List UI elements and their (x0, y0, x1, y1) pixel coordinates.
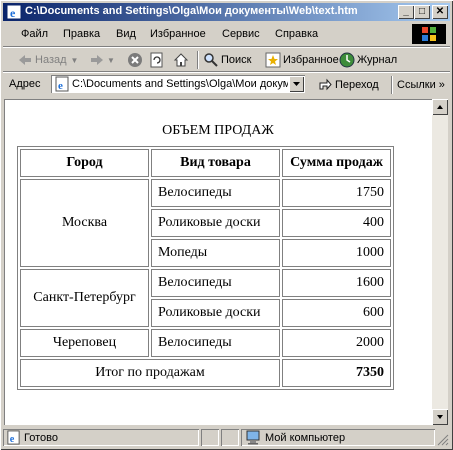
refresh-button[interactable] (149, 50, 167, 70)
status-pane-empty (221, 429, 239, 446)
status-pane-empty (201, 429, 219, 446)
column-header-product: Вид товара (151, 149, 280, 177)
home-icon (173, 53, 189, 67)
my-computer-icon (246, 430, 260, 445)
favorites-label: Избранное (283, 54, 339, 66)
history-icon (339, 52, 355, 68)
resize-grip-icon[interactable] (437, 434, 449, 446)
links-label: Ссылки (397, 79, 436, 91)
toolbar-separator (197, 51, 199, 69)
page-done-icon: e (7, 430, 20, 445)
search-icon (204, 53, 218, 67)
go-arrow-icon (319, 78, 332, 91)
product-cell: Велосипеды (151, 179, 280, 207)
back-dropdown-icon[interactable]: ▼ (71, 56, 79, 65)
column-header-amount: Сумма продаж (282, 149, 391, 177)
city-cell: Череповец (20, 329, 149, 357)
address-input[interactable]: e C:\Documents and Settings\Olga\Мои док… (51, 75, 305, 93)
back-arrow-icon (19, 55, 31, 65)
table-header-row: Город Вид товара Сумма продаж (20, 149, 391, 177)
chevron-up-icon (437, 105, 443, 109)
product-cell: Мопеды (151, 239, 280, 267)
menu-tools[interactable]: Сервис (222, 28, 260, 40)
windows-logo-icon (412, 24, 446, 44)
address-bar: Адрес e C:\Documents and Settings\Olga\М… (3, 73, 450, 95)
vertical-scrollbar[interactable] (432, 99, 448, 425)
amount-cell: 1750 (282, 179, 391, 207)
address-dropdown-button[interactable] (289, 76, 304, 92)
links-chevron-icon: » (438, 79, 445, 91)
refresh-icon (150, 52, 163, 68)
svg-text:e: e (58, 80, 63, 92)
home-button[interactable] (173, 50, 191, 70)
page-icon: e (55, 76, 69, 92)
amount-cell: 2000 (282, 329, 391, 357)
maximize-button[interactable]: □ (414, 5, 430, 19)
menu-help[interactable]: Справка (275, 28, 318, 40)
page-viewport: ОБЪЕМ ПРОДАЖ Город Вид товара Сумма прод… (4, 99, 432, 425)
links-button[interactable]: Ссылки » (397, 76, 445, 94)
back-label: Назад (35, 54, 67, 66)
product-cell: Роликовые доски (151, 299, 280, 327)
product-cell: Роликовые доски (151, 209, 280, 237)
column-header-city: Город (20, 149, 149, 177)
standard-toolbar: Назад ▼ ▼ Поиск Избранное Журнал (3, 48, 450, 70)
scroll-down-button[interactable] (432, 409, 448, 425)
status-zone-pane: Мой компьютер (241, 429, 435, 446)
scroll-up-button[interactable] (432, 99, 448, 115)
go-label: Переход (335, 79, 379, 91)
amount-cell: 600 (282, 299, 391, 327)
ie-icon: e (6, 4, 22, 20)
table-row: Санкт-Петербург Велосипеды 1600 (20, 269, 391, 327)
status-text: Готово (24, 432, 58, 444)
history-button[interactable]: Журнал (339, 50, 397, 70)
city-cell: Санкт-Петербург (20, 269, 149, 327)
forward-dropdown-icon[interactable]: ▼ (107, 56, 115, 65)
menu-bar: Файл Правка Вид Избранное Сервис Справка (3, 23, 450, 45)
history-label: Журнал (357, 54, 398, 66)
menu-favorites[interactable]: Избранное (150, 28, 206, 40)
links-separator (391, 76, 393, 94)
favorites-star-icon (265, 52, 281, 68)
menu-file[interactable]: Файл (21, 28, 48, 40)
stop-button[interactable] (127, 50, 145, 70)
title-bar[interactable]: e C:\Documents and Settings\Olga\Мои док… (3, 3, 450, 21)
browser-window: e C:\Documents and Settings\Olga\Мои док… (0, 0, 453, 450)
menu-view[interactable]: Вид (116, 28, 136, 40)
status-main-pane: e Готово (3, 429, 199, 446)
forward-button[interactable]: ▼ (89, 50, 115, 70)
table-row: Москва Велосипеды 1750 (20, 179, 391, 267)
chevron-down-icon (293, 82, 300, 86)
amount-cell: 1600 (282, 269, 391, 297)
go-button[interactable]: Переход (317, 76, 379, 94)
search-label: Поиск (221, 54, 252, 66)
search-button[interactable]: Поиск (203, 50, 251, 70)
amount-cell: 400 (282, 209, 391, 237)
total-row: Итог по продажам 7350 (20, 359, 391, 387)
svg-text:e: e (10, 6, 16, 20)
product-cell: Велосипеды (151, 269, 280, 297)
forward-arrow-icon (91, 55, 103, 65)
city-cell: Москва (20, 179, 149, 267)
stop-icon (128, 53, 142, 67)
chevron-down-icon (437, 415, 443, 419)
address-value: C:\Documents and Settings\Olga\Мои докум… (72, 78, 288, 90)
sales-table: Город Вид товара Сумма продаж Москва Вел… (17, 146, 394, 390)
product-cell: Велосипеды (151, 329, 280, 357)
total-value-cell: 7350 (282, 359, 391, 387)
menu-edit[interactable]: Правка (63, 28, 100, 40)
back-button[interactable]: Назад ▼ (17, 50, 78, 70)
zone-text: Мой компьютер (265, 432, 346, 444)
total-label-cell: Итог по продажам (20, 359, 280, 387)
svg-text:e: e (10, 434, 15, 445)
page-heading: ОБЪЕМ ПРОДАЖ (162, 123, 274, 138)
table-row: Череповец Велосипеды 2000 (20, 329, 391, 357)
address-label: Адрес (9, 78, 41, 90)
favorites-button[interactable]: Избранное (265, 50, 339, 70)
minimize-button[interactable]: _ (398, 5, 414, 19)
amount-cell: 1000 (282, 239, 391, 267)
close-button[interactable]: ✕ (432, 5, 448, 19)
status-bar: e Готово Мой компьютер (3, 428, 450, 447)
window-title: C:\Documents and Settings\Olga\Мои докум… (25, 5, 358, 17)
